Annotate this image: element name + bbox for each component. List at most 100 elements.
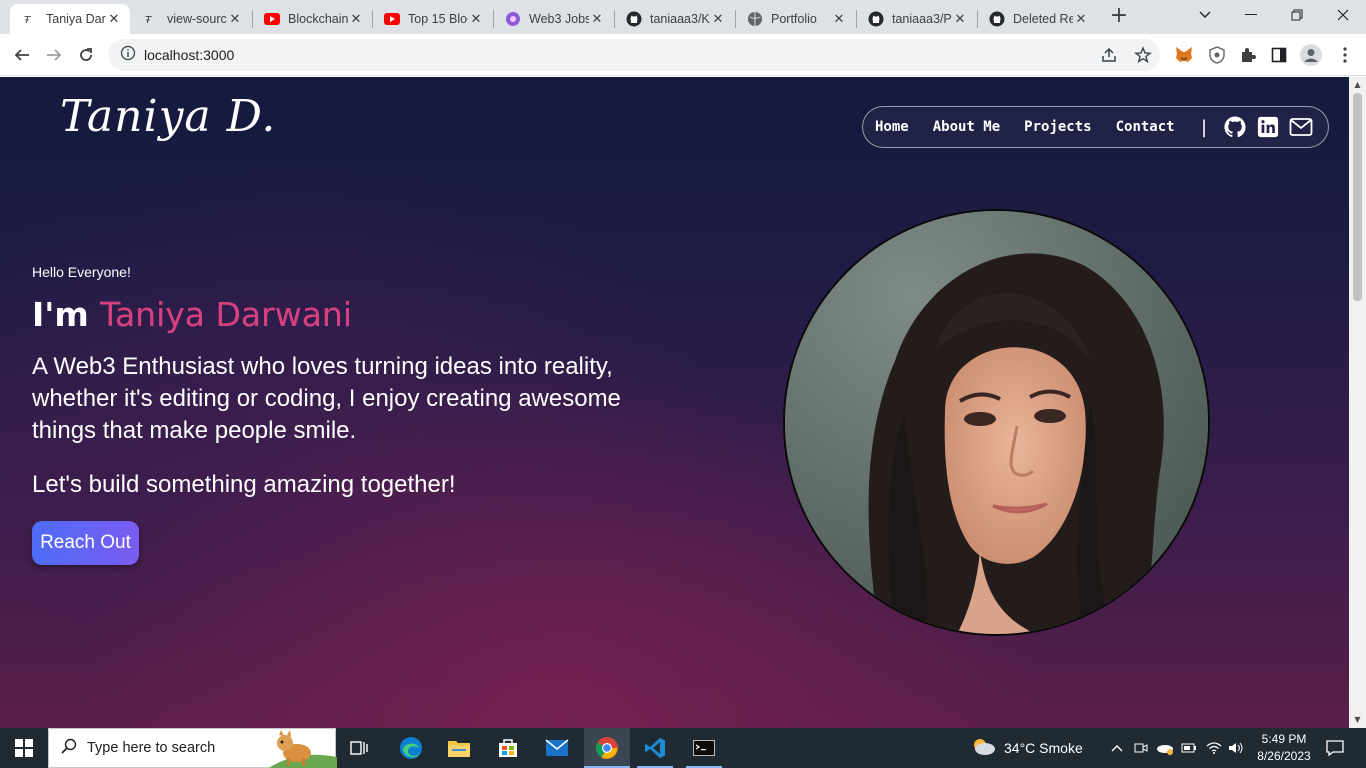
share-icon[interactable] [1100,46,1118,68]
shield-extension-icon[interactable] [1206,44,1228,66]
github-icon [868,11,884,27]
windows-taskbar: Type here to search 34°C Smoke 5:49 PM 8… [0,728,1366,768]
close-icon[interactable]: ✕ [710,11,726,27]
mail-icon[interactable] [537,728,577,768]
chrome-menu-icon[interactable] [1334,44,1356,66]
new-tab-button[interactable]: + [1108,5,1130,28]
nav-divider: | [1198,116,1210,138]
reload-icon[interactable] [72,41,100,69]
tab-portfolio[interactable]: Portfolio ✕ [735,4,855,34]
file-explorer-icon[interactable] [439,728,479,768]
profile-portrait [783,209,1210,636]
minimize-button[interactable] [1228,0,1274,30]
tab-blockchain[interactable]: Blockchain ✕ [252,4,372,34]
tab-taniya-darwani[interactable]: Ŧ Taniya Darwani ✕ [10,4,130,34]
forward-icon[interactable] [40,41,68,69]
page-scrollbar[interactable]: ▲ ▼ [1349,77,1366,728]
close-icon[interactable]: ✕ [831,11,847,27]
close-icon[interactable]: ✕ [952,11,968,27]
volume-icon[interactable] [1227,728,1245,768]
tab-search-icon[interactable] [1182,0,1228,30]
hero-tagline: Let's build something amazing together! [32,471,456,498]
svg-text:Ŧ: Ŧ [24,15,31,26]
tab-title: Web3 Jobs [529,12,589,26]
main-nav: Home About Me Projects Contact | [862,106,1329,148]
reach-out-button[interactable]: Reach Out [32,521,139,565]
github-icon[interactable] [1223,115,1247,139]
tab-view-source[interactable]: Ŧ view-source:localhost ✕ [131,4,251,34]
extensions-puzzle-icon[interactable] [1237,44,1259,66]
github-icon [626,11,642,27]
tab-title: taniaaa3/P [892,12,952,26]
close-icon[interactable]: ✕ [106,11,122,27]
notifications-icon[interactable] [1320,728,1350,768]
meet-now-icon[interactable] [1132,728,1150,768]
tab-github-k[interactable]: taniaaa3/K ✕ [614,4,734,34]
metamask-icon[interactable] [1173,44,1195,66]
tab-title: Top 15 Blockchain [408,12,468,26]
task-view-icon[interactable] [340,728,380,768]
greeting-text: Hello Everyone! [32,264,131,280]
svg-text:Ŧ: Ŧ [145,15,152,26]
close-icon[interactable]: ✕ [348,11,364,27]
tab-title: taniaaa3/K [650,12,710,26]
profile-avatar-icon[interactable] [1300,44,1322,66]
search-icon [61,738,77,758]
linkedin-icon[interactable] [1256,115,1280,139]
weather-widget[interactable]: 34°C Smoke [970,728,1090,768]
hero-headline: I'm Taniya Darwani [32,295,352,334]
youtube-icon [264,11,280,27]
scrollbar-thumb[interactable] [1353,93,1362,301]
chrome-icon[interactable] [584,728,630,768]
site-logo[interactable]: Taniya D. [60,91,276,142]
nav-home[interactable]: Home [875,119,909,135]
info-icon[interactable] [120,45,136,65]
clock-time: 5:49 PM [1261,732,1307,746]
taskbar-search-box[interactable]: Type here to search [48,728,337,768]
url-text: localhost:3000 [144,47,235,63]
close-window-button[interactable] [1320,0,1366,30]
close-icon[interactable]: ✕ [468,11,484,27]
page-viewport: Taniya D. Home About Me Projects Contact… [0,77,1349,728]
nav-contact[interactable]: Contact [1116,119,1175,135]
restore-button[interactable] [1274,0,1320,30]
vscode-icon[interactable] [635,728,675,768]
nav-about-me[interactable]: About Me [933,119,1000,135]
weather-text: 34°C Smoke [1004,740,1083,756]
clock-date: 8/26/2023 [1257,749,1311,763]
show-hidden-icons-icon[interactable] [1108,728,1126,768]
github-icon [989,11,1005,27]
cloudy-weather-icon [970,736,996,760]
web3-jobs-icon [505,11,521,27]
system-clock[interactable]: 5:49 PM 8/26/2023 [1250,731,1318,765]
tab-title: view-source:localhost [167,12,227,26]
portfolio-logo-icon: Ŧ [22,11,38,27]
onedrive-icon[interactable] [1155,728,1175,768]
mail-icon[interactable] [1289,115,1313,139]
edge-icon[interactable] [391,728,431,768]
terminal-icon[interactable] [684,728,724,768]
tab-title: Deleted Re [1013,12,1073,26]
address-bar[interactable]: localhost:3000 [108,39,1160,71]
close-icon[interactable]: ✕ [1073,11,1089,27]
tab-web3-jobs[interactable]: Web3 Jobs ✕ [493,4,613,34]
tab-title: Blockchain [288,12,348,26]
scroll-up-icon[interactable]: ▲ [1353,80,1362,89]
nav-projects[interactable]: Projects [1024,119,1091,135]
hero-name: Taniya Darwani [100,295,353,334]
close-icon[interactable]: ✕ [589,11,605,27]
scroll-down-icon[interactable]: ▼ [1353,715,1362,724]
side-panel-icon[interactable] [1268,44,1290,66]
battery-icon[interactable] [1180,728,1198,768]
bookmark-star-icon[interactable] [1134,46,1152,68]
store-icon[interactable] [488,728,528,768]
tab-deleted[interactable]: Deleted Re ✕ [977,4,1097,34]
tab-github-p[interactable]: taniaaa3/P ✕ [856,4,976,34]
back-icon[interactable] [8,41,36,69]
globe-icon [747,11,763,27]
tab-top-15[interactable]: Top 15 Blockchain ✕ [372,4,492,34]
close-icon[interactable]: ✕ [227,11,243,27]
search-highlight-illustration-icon [267,729,337,768]
windows-start-icon[interactable] [0,728,48,768]
wifi-icon[interactable] [1205,728,1223,768]
